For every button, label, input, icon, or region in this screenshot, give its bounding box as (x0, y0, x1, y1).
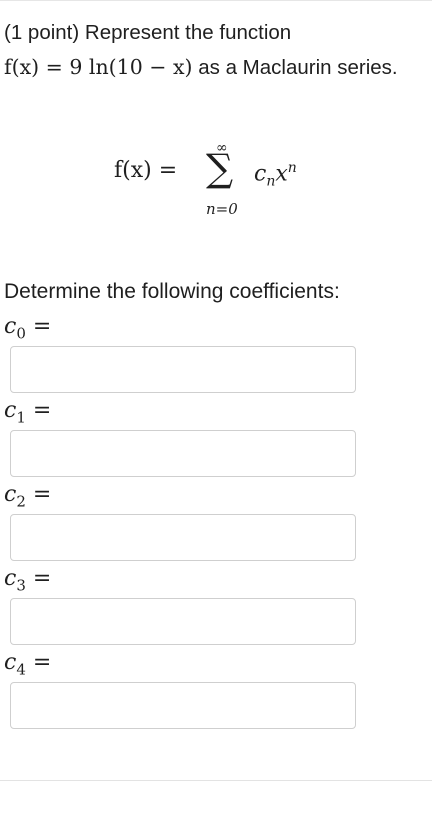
answer-input-c3[interactable] (10, 598, 356, 645)
coef-name: c (4, 482, 17, 507)
answer-input-c1[interactable] (10, 430, 356, 477)
term-coef: c (254, 161, 267, 187)
coef-name: c (4, 650, 17, 675)
problem-statement: (1 point) Represent the function f(x) = … (4, 16, 424, 85)
coef-index: 4 (16, 660, 26, 679)
coefficient-label-c3: c3 = (4, 566, 51, 594)
problem-prefix: (1 point) Represent the function (4, 21, 292, 44)
coefficient-label-c0: c0 = (4, 314, 51, 342)
maclaurin-series-formula: f(x) = ∞ ∑ n=0 cnxn (114, 140, 324, 220)
coef-name: c (4, 398, 17, 423)
term-var: x (275, 161, 288, 187)
bottom-divider (0, 780, 432, 781)
coef-name: c (4, 566, 17, 591)
top-divider (0, 0, 432, 1)
answer-input-c4[interactable] (10, 682, 356, 729)
answer-input-c0[interactable] (10, 346, 356, 393)
sum-lower-limit: n=0 (206, 200, 238, 218)
coef-index: 1 (16, 408, 26, 427)
series-lhs: f(x) = (114, 158, 178, 183)
problem-suffix: as a Maclaurin series. (198, 56, 398, 79)
coefficient-label-c4: c4 = (4, 650, 51, 678)
term-var-power: n (287, 160, 297, 176)
equals-sign: = (32, 566, 52, 591)
coef-index: 3 (16, 576, 26, 595)
series-term: cnxn (254, 160, 297, 190)
equals-sign: = (32, 398, 52, 423)
coef-index: 2 (16, 492, 26, 511)
coefficient-label-c1: c1 = (4, 398, 51, 426)
equals-sign: = (32, 650, 52, 675)
equals-sign: = (32, 482, 52, 507)
instruction-text: Determine the following coefficients: (4, 280, 340, 303)
answer-input-c2[interactable] (10, 514, 356, 561)
coef-index: 0 (16, 324, 26, 343)
sigma-symbol: ∑ (206, 146, 234, 190)
function-expression: f(x) = 9 ln(10 − x) (4, 55, 193, 79)
equals-sign: = (32, 314, 52, 339)
coefficient-label-c2: c2 = (4, 482, 51, 510)
term-coef-index: n (266, 173, 276, 190)
coef-name: c (4, 314, 17, 339)
